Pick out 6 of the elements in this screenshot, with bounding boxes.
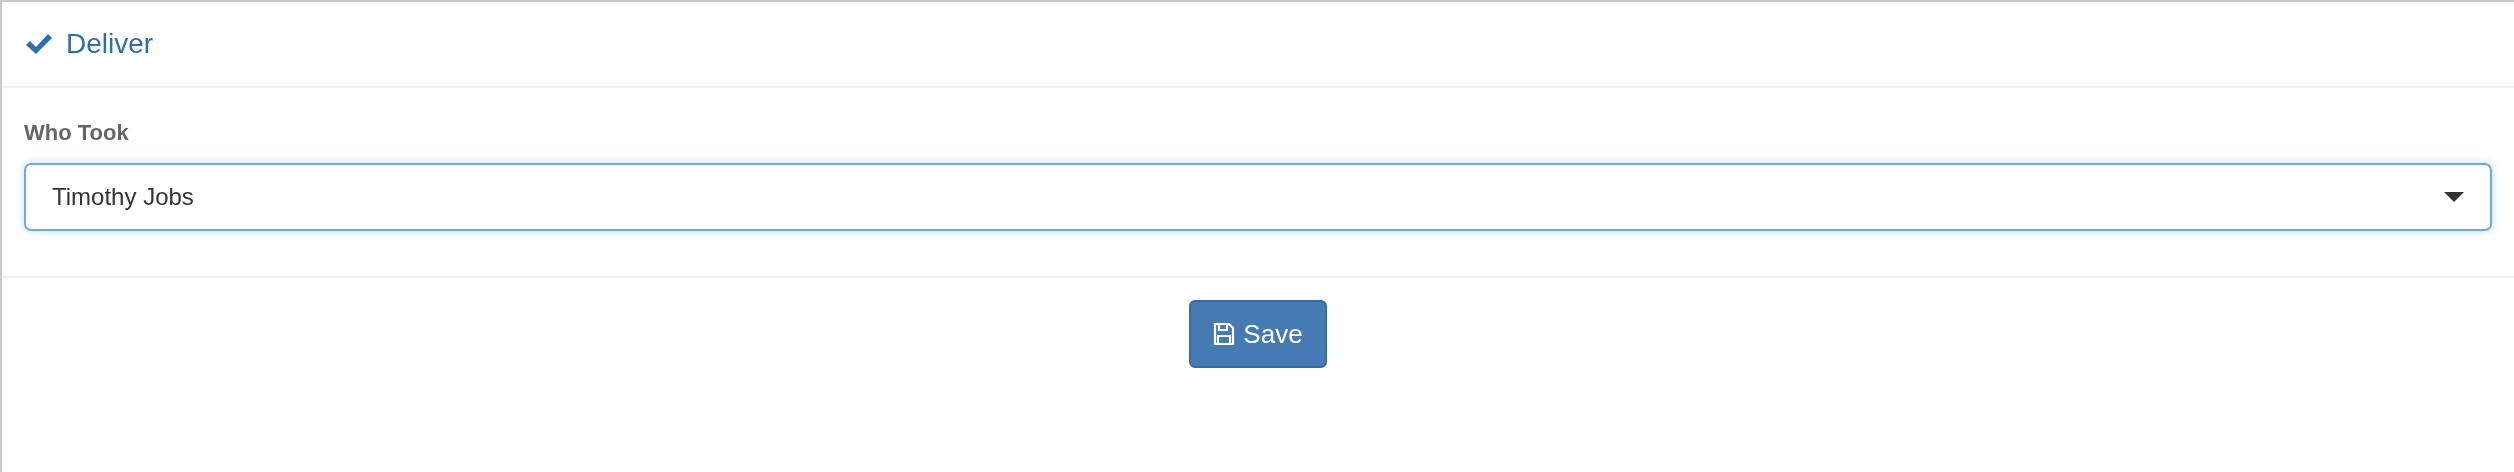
checkmark-icon: [24, 32, 54, 56]
save-button[interactable]: Save: [1189, 300, 1327, 368]
dialog-title: Deliver: [66, 27, 154, 61]
select-field[interactable]: Timothy Jobs: [24, 163, 2492, 231]
field-label: Who Took: [24, 119, 129, 147]
caret-icon: [2444, 192, 2464, 202]
